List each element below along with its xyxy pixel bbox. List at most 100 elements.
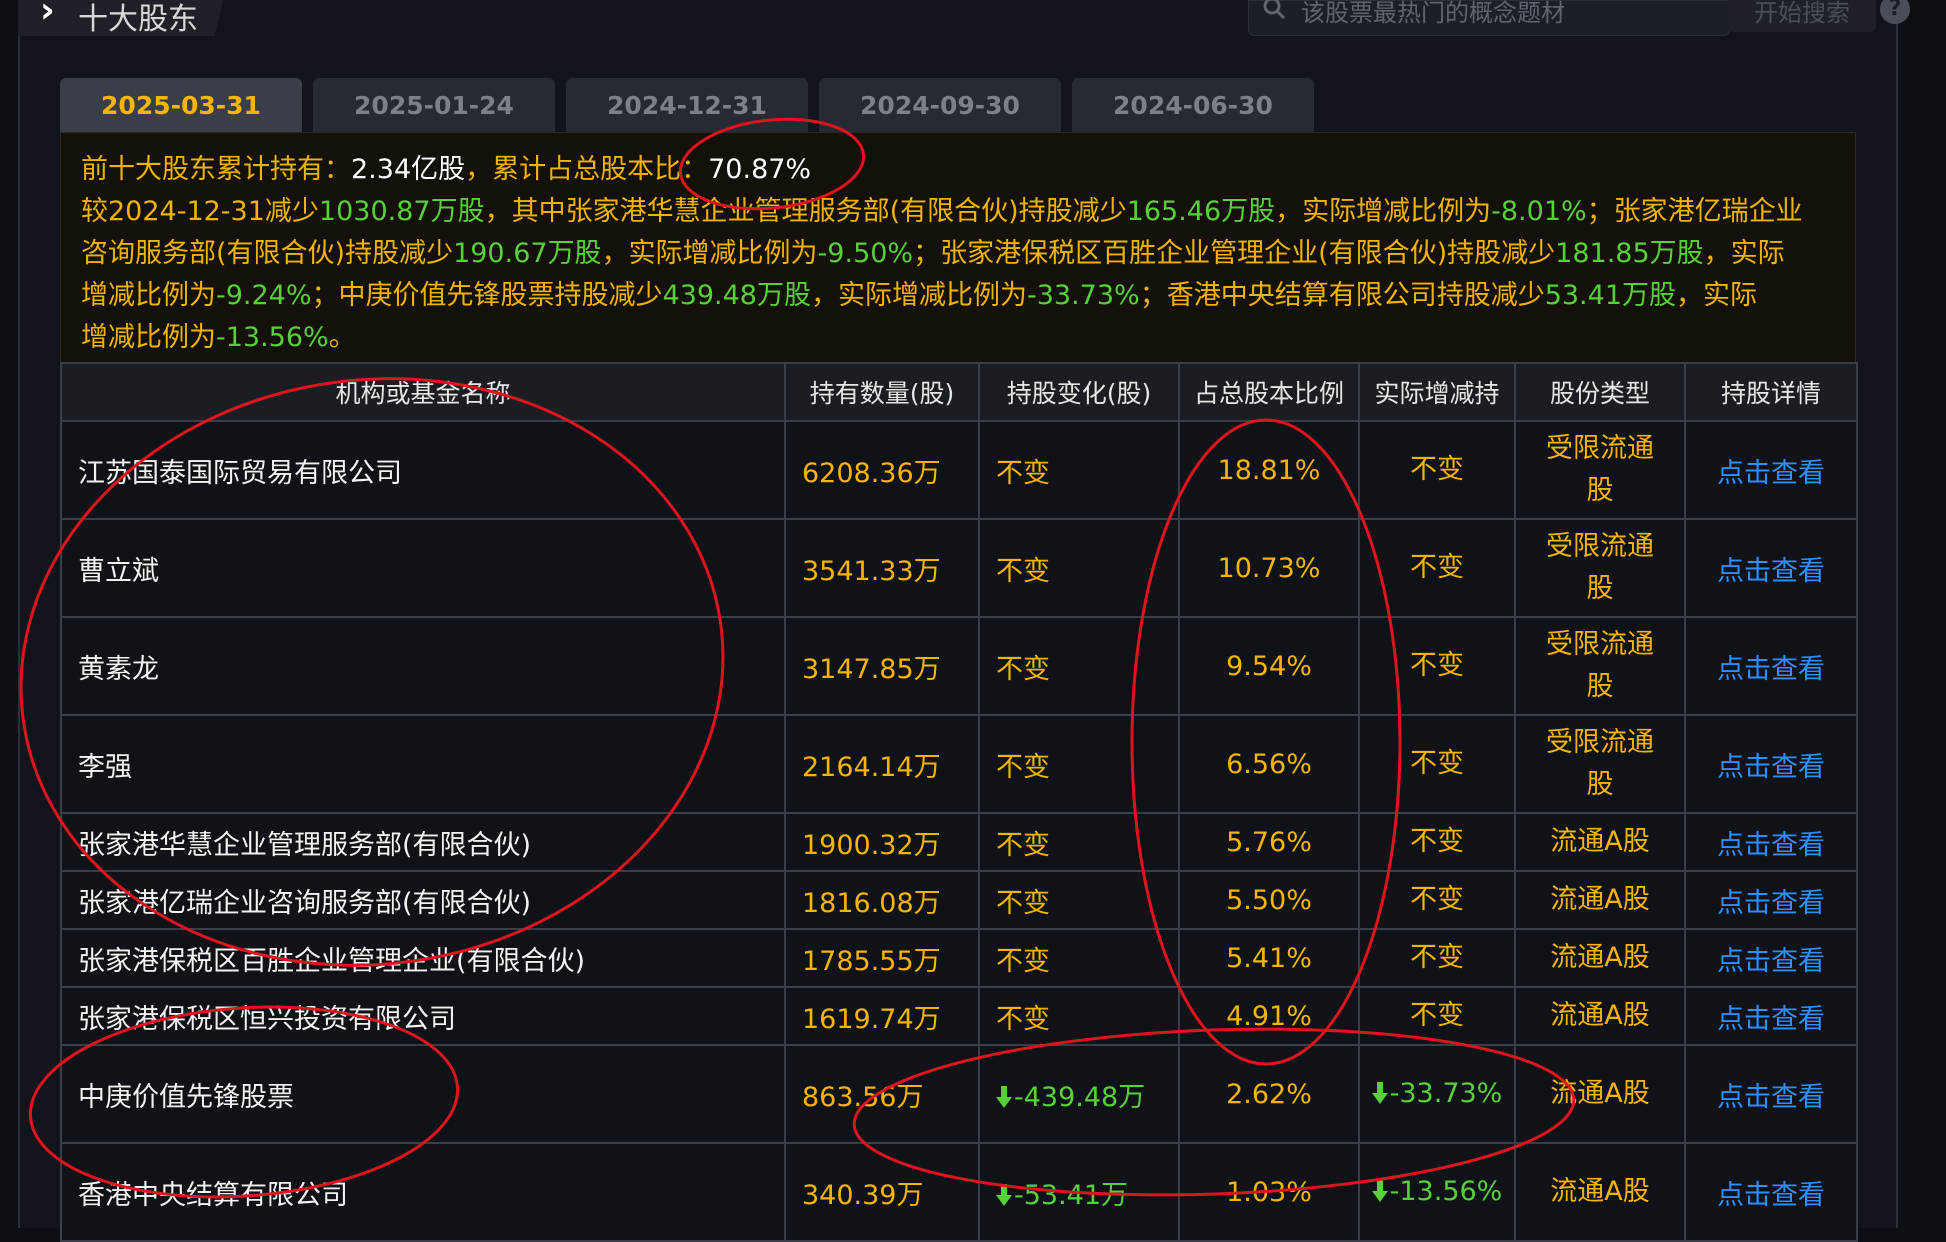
search-input[interactable] bbox=[1299, 0, 1633, 31]
actual-change: 不变 bbox=[1358, 986, 1516, 1046]
tab-2024-09-30[interactable]: 2024-09-30 bbox=[819, 78, 1061, 132]
detail-link[interactable]: 点击查看 bbox=[1684, 616, 1858, 716]
summary-text: ，其中张家港华慧企业管理服务部(有限合伙)持股减少 bbox=[484, 196, 1127, 227]
summary-line-4: 增减比例为-9.24%；中庚价值先锋股票持股减少439.48万股，实际增减比例为… bbox=[81, 273, 1757, 312]
summary-text: ；中庚价值先锋股票持股减少 bbox=[311, 280, 663, 311]
concept-search bbox=[1248, 0, 1730, 36]
summary-value: 1030.87 bbox=[318, 196, 431, 227]
holder-summary: 前十大股东累计持有：2.34亿股，累计占总股本比：70.87% 较2024-12… bbox=[60, 132, 1856, 364]
detail-link[interactable]: 点击查看 bbox=[1684, 870, 1858, 930]
table-row: 张家港保税区恒兴投资有限公司 1619.74万 不变 4.91% 不变 流通A股… bbox=[60, 986, 1858, 1046]
holder-name: 张家港保税区恒兴投资有限公司 bbox=[60, 986, 786, 1046]
holder-name: 中庚价值先锋股票 bbox=[60, 1044, 786, 1144]
col-header-pct[interactable]: 占总股本比例 bbox=[1178, 362, 1360, 422]
holding-change: 不变 bbox=[978, 812, 1180, 872]
holding-pct: 10.73% bbox=[1178, 518, 1360, 618]
share-type: 流通A股 bbox=[1514, 928, 1686, 988]
summary-text: 。 bbox=[328, 322, 356, 353]
actual-change-value: -33.73% bbox=[1389, 1078, 1503, 1109]
holding-qty: 3147.85万 bbox=[784, 616, 980, 716]
holder-name: 香港中央结算有限公司 bbox=[60, 1142, 786, 1242]
holder-name: 张家港保税区百胜企业管理企业(有限合伙) bbox=[60, 928, 786, 988]
table-row: 黄素龙 3147.85万 不变 9.54% 不变 受限流通股 点击查看 bbox=[60, 616, 1858, 716]
tab-2025-01-24[interactable]: 2025-01-24 bbox=[313, 78, 555, 132]
summary-text: 咨询服务部(有限合伙)持股减少 bbox=[81, 238, 454, 269]
summary-value: 190.67 bbox=[453, 238, 548, 269]
detail-link[interactable]: 点击查看 bbox=[1684, 518, 1858, 618]
search-button[interactable]: 开始搜索 bbox=[1728, 0, 1876, 32]
col-header-type[interactable]: 股份类型 bbox=[1514, 362, 1686, 422]
detail-link[interactable]: 点击查看 bbox=[1684, 420, 1858, 520]
share-type: 流通A股 bbox=[1514, 1142, 1686, 1242]
tab-2024-06-30[interactable]: 2024-06-30 bbox=[1072, 78, 1314, 132]
holding-qty: 1785.55万 bbox=[784, 928, 980, 988]
table-row: 中庚价值先锋股票 863.56万 -439.48万 2.62% -33.73% … bbox=[60, 1044, 1858, 1144]
holding-pct: 6.56% bbox=[1178, 714, 1360, 814]
holder-name: 黄素龙 bbox=[60, 616, 786, 716]
col-header-actual[interactable]: 实际增减持 bbox=[1358, 362, 1516, 422]
holding-change-value: -439.48万 bbox=[1014, 1081, 1146, 1113]
detail-link[interactable]: 点击查看 bbox=[1684, 928, 1858, 988]
top-holders-table: 机构或基金名称 持有数量(股) 持股变化(股) 占总股本比例 实际增减持 股份类… bbox=[60, 362, 1858, 1242]
share-type: 受限流通股 bbox=[1514, 714, 1686, 814]
holding-qty: 340.39万 bbox=[784, 1142, 980, 1242]
detail-link[interactable]: 点击查看 bbox=[1684, 714, 1858, 814]
col-header-name[interactable]: 机构或基金名称 bbox=[60, 362, 786, 422]
arrow-down-icon bbox=[1371, 1180, 1388, 1202]
table-header-row: 机构或基金名称 持有数量(股) 持股变化(股) 占总股本比例 实际增减持 股份类… bbox=[60, 362, 1858, 422]
summary-value: -33.73% bbox=[1027, 280, 1140, 311]
col-header-qty[interactable]: 持有数量(股) bbox=[784, 362, 980, 422]
detail-link[interactable]: 点击查看 bbox=[1684, 1142, 1858, 1242]
summary-total-shares: 2.34亿股 bbox=[351, 154, 466, 185]
share-type: 受限流通股 bbox=[1514, 518, 1686, 618]
summary-value: -8.01% bbox=[1491, 196, 1587, 227]
summary-line-1: 前十大股东累计持有：2.34亿股，累计占总股本比：70.87% bbox=[81, 147, 811, 186]
holding-qty: 1619.74万 bbox=[784, 986, 980, 1046]
summary-text: ，实际增减比例为 bbox=[601, 238, 818, 269]
holder-name: 张家港亿瑞企业咨询服务部(有限合伙) bbox=[60, 870, 786, 930]
search-icon bbox=[1263, 0, 1285, 19]
summary-unit: 万股 bbox=[1221, 196, 1276, 227]
help-icon[interactable]: ? bbox=[1880, 0, 1910, 24]
detail-link[interactable]: 点击查看 bbox=[1684, 1044, 1858, 1144]
holder-name: 曹立斌 bbox=[60, 518, 786, 618]
tab-2025-03-31[interactable]: 2025-03-31 bbox=[60, 78, 302, 132]
summary-text: ，实际 bbox=[1676, 280, 1757, 311]
holding-change: -439.48万 bbox=[978, 1044, 1180, 1144]
detail-link[interactable]: 点击查看 bbox=[1684, 986, 1858, 1046]
share-type: 流通A股 bbox=[1514, 870, 1686, 930]
summary-value: 181.85 bbox=[1555, 238, 1650, 269]
summary-text: 较2024-12-31减少 bbox=[81, 196, 319, 227]
summary-text: ；张家港亿瑞企业 bbox=[1586, 196, 1803, 227]
summary-unit: 万股 bbox=[547, 238, 602, 269]
summary-mid: ，累计占总股本比： bbox=[465, 154, 709, 185]
holding-qty: 3541.33万 bbox=[784, 518, 980, 618]
summary-line-3: 咨询服务部(有限合伙)持股减少190.67万股，实际增减比例为-9.50%；张家… bbox=[81, 231, 1785, 270]
summary-text: 增减比例为 bbox=[81, 280, 216, 311]
holding-change: 不变 bbox=[978, 714, 1180, 814]
summary-text: ；张家港保税区百胜企业管理企业(有限合伙)持股减少 bbox=[913, 238, 1556, 269]
summary-value: -9.50% bbox=[817, 238, 914, 269]
holding-pct: 5.41% bbox=[1178, 928, 1360, 988]
table-row: 曹立斌 3541.33万 不变 10.73% 不变 受限流通股 点击查看 bbox=[60, 518, 1858, 618]
holding-change: 不变 bbox=[978, 420, 1180, 520]
tab-2024-12-31[interactable]: 2024-12-31 bbox=[566, 78, 808, 132]
summary-value: 53.41 bbox=[1544, 280, 1622, 311]
actual-change: -33.73% bbox=[1358, 1044, 1516, 1144]
section-title: 十大股东 bbox=[78, 2, 198, 37]
col-header-detail[interactable]: 持股详情 bbox=[1684, 362, 1858, 422]
holding-qty: 863.56万 bbox=[784, 1044, 980, 1144]
table-row: 张家港华慧企业管理服务部(有限合伙) 1900.32万 不变 5.76% 不变 … bbox=[60, 812, 1858, 872]
summary-text: 增减比例为 bbox=[81, 322, 216, 353]
arrow-down-icon bbox=[996, 1183, 1012, 1206]
actual-change: 不变 bbox=[1358, 420, 1516, 520]
summary-total-pct: 70.87% bbox=[708, 154, 812, 185]
detail-link[interactable]: 点击查看 bbox=[1684, 812, 1858, 872]
holder-name: 张家港华慧企业管理服务部(有限合伙) bbox=[60, 812, 786, 872]
col-header-change[interactable]: 持股变化(股) bbox=[978, 362, 1180, 422]
actual-change: -13.56% bbox=[1358, 1142, 1516, 1242]
share-type: 流通A股 bbox=[1514, 812, 1686, 872]
table-row: 李强 2164.14万 不变 6.56% 不变 受限流通股 点击查看 bbox=[60, 714, 1858, 814]
summary-unit: 万股 bbox=[1622, 280, 1676, 311]
holding-qty: 6208.36万 bbox=[784, 420, 980, 520]
